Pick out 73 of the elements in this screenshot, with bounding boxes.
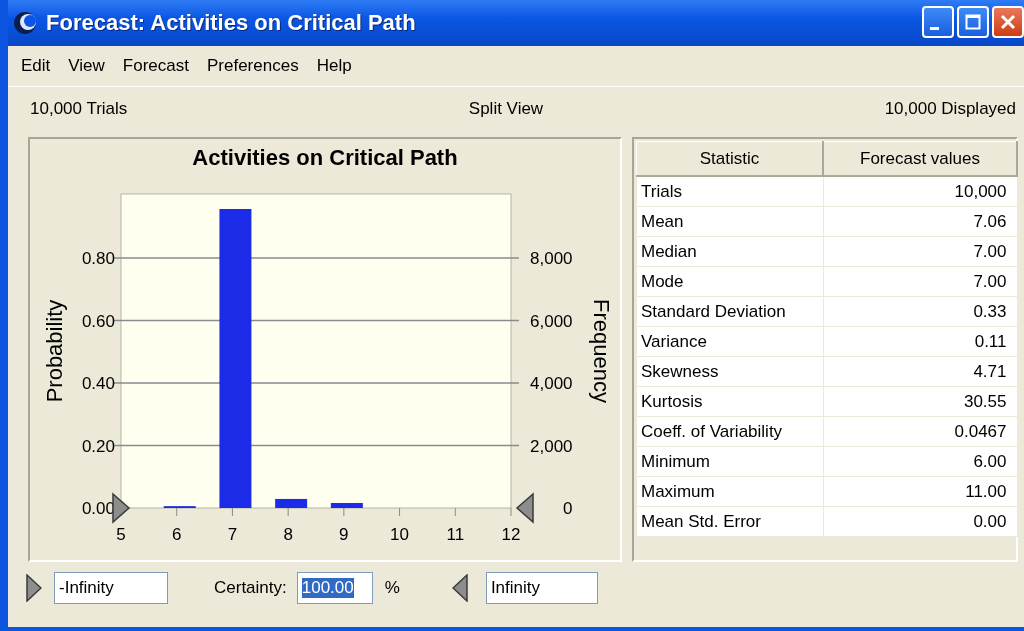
view-mode-label: Split View: [468, 99, 544, 119]
table-cell: 6.00: [823, 446, 1017, 477]
table-cell: Trials: [636, 176, 823, 207]
table-cell: Mean Std. Error: [636, 506, 823, 537]
lower-bound-field[interactable]: -Infinity: [54, 572, 168, 604]
x-tick-label: 7: [227, 525, 238, 544]
menu-item[interactable]: Forecast: [113, 56, 198, 76]
table-cell: Variance: [636, 326, 823, 357]
y2-tick-label: 6,000: [530, 311, 573, 331]
trials-count: 10,000 Trials: [30, 99, 128, 119]
histogram-bar: [330, 503, 363, 508]
minimize-icon: [929, 26, 939, 30]
maximize-icon: [965, 14, 981, 30]
app-icon: [12, 10, 38, 36]
histogram-bar: [275, 498, 308, 508]
table-cell: 7.06: [823, 206, 1017, 237]
y-tick-label: 0.40: [81, 374, 115, 393]
x-tick-label: 6: [172, 525, 182, 544]
close-icon: [1000, 14, 1016, 30]
column-header[interactable]: Statistic: [636, 141, 823, 176]
minimize-button[interactable]: [922, 6, 954, 38]
y-axis-label: Probability: [42, 299, 67, 403]
x-tick-label: 10: [390, 525, 410, 544]
table-cell: 30.55: [823, 386, 1017, 417]
maximize-button[interactable]: [957, 6, 989, 38]
close-button[interactable]: [992, 6, 1024, 38]
menu-item[interactable]: View: [59, 56, 114, 76]
table-cell: Mode: [636, 266, 823, 297]
y2-tick-label: 4,000: [530, 374, 573, 393]
x-tick-label: 9: [339, 525, 349, 544]
lower-bound-marker[interactable]: [112, 492, 131, 524]
table-cell: 0.00: [823, 506, 1017, 537]
y2-tick-label: 8,000: [530, 249, 573, 269]
chart-title: Activities on Critical Path: [192, 145, 458, 172]
table-cell: Kurtosis: [636, 386, 823, 417]
lower-bound-arrow-icon[interactable]: [26, 574, 42, 602]
table-cell: Coeff. of Variability: [636, 416, 823, 447]
y2-axis-label: Frequency: [589, 299, 614, 403]
menu-item[interactable]: Preferences: [198, 56, 308, 76]
y-tick-label: 0.20: [81, 436, 115, 456]
column-header[interactable]: Forecast values: [823, 141, 1017, 176]
window-title: Forecast: Activities on Critical Path: [46, 10, 417, 36]
y2-tick-label: 0: [563, 499, 573, 518]
upper-bound-arrow-icon[interactable]: [451, 574, 468, 602]
upper-bound-field[interactable]: Infinity: [485, 572, 598, 604]
certainty-label: Certainty:: [214, 578, 287, 598]
table-cell: 7.00: [823, 266, 1017, 297]
x-tick-label: 11: [446, 525, 465, 544]
table-cell: 4.71: [823, 356, 1017, 387]
table-cell: 7.00: [823, 236, 1017, 267]
percent-label: %: [384, 578, 400, 598]
table-cell: 11.00: [823, 476, 1017, 507]
certainty-field[interactable]: 100.00: [296, 572, 373, 604]
table-cell: Minimum: [636, 446, 823, 477]
y-tick-label: 0.80: [81, 249, 115, 269]
y-tick-label: 0.60: [81, 311, 115, 331]
y2-tick-label: 2,000: [530, 436, 573, 456]
displayed-count: 10,000 Displayed: [884, 99, 1016, 119]
x-tick-label: 12: [501, 525, 521, 544]
table-cell: Skewness: [636, 356, 823, 387]
x-tick-label: 8: [283, 525, 293, 544]
table-cell: Mean: [636, 206, 823, 237]
table-cell: 10,000: [823, 176, 1017, 207]
x-tick-label: 5: [116, 525, 126, 544]
table-cell: Standard Deviation: [636, 296, 823, 327]
table-cell: 0.0467: [823, 416, 1017, 447]
table-cell: 0.33: [823, 296, 1017, 327]
table-cell: 0.11: [823, 326, 1017, 357]
table-cell: Median: [636, 236, 823, 267]
table-cell: Maximum: [636, 476, 823, 507]
menu-item[interactable]: Help: [307, 56, 361, 76]
upper-bound-marker[interactable]: [515, 492, 534, 524]
menu-item[interactable]: Edit: [12, 56, 60, 76]
